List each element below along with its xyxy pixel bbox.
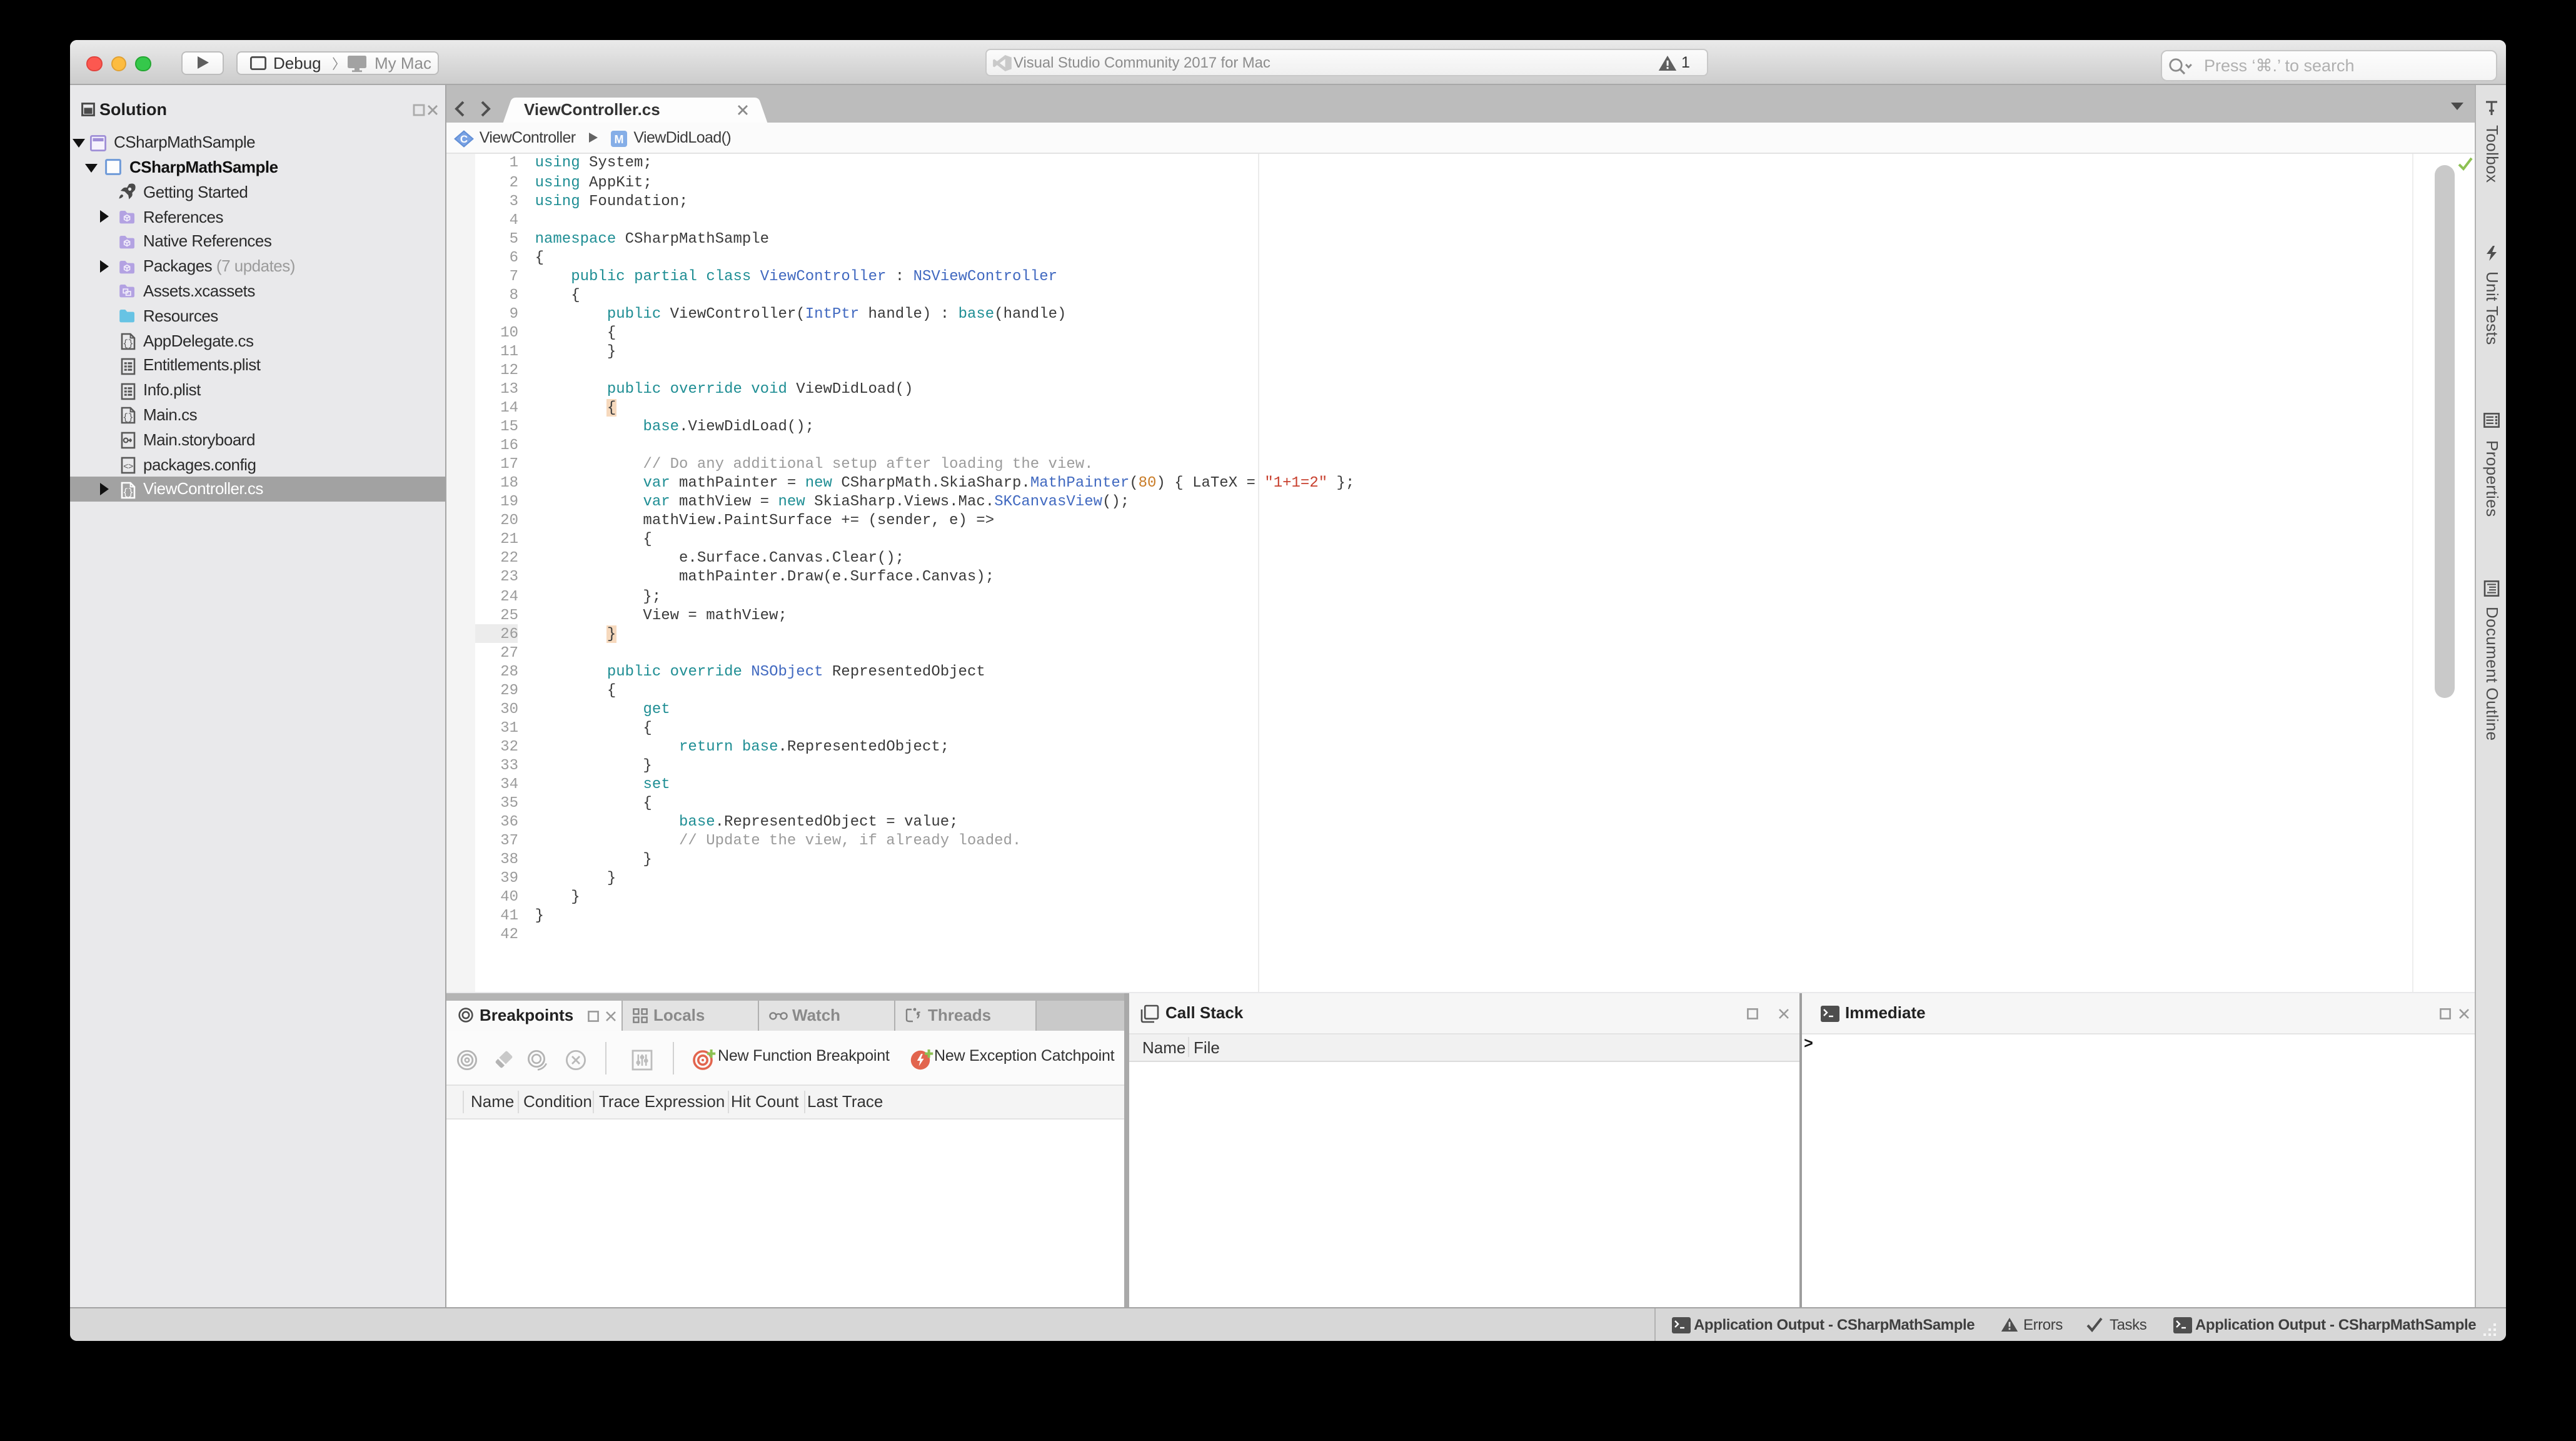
svg-text:<>: <> <box>123 462 133 472</box>
svg-text:C: C <box>460 133 468 145</box>
svg-text:{}: {} <box>122 413 133 423</box>
svg-text:M: M <box>615 133 624 145</box>
svg-text:{}: {} <box>122 487 133 498</box>
svg-text:{}: {} <box>122 339 133 350</box>
